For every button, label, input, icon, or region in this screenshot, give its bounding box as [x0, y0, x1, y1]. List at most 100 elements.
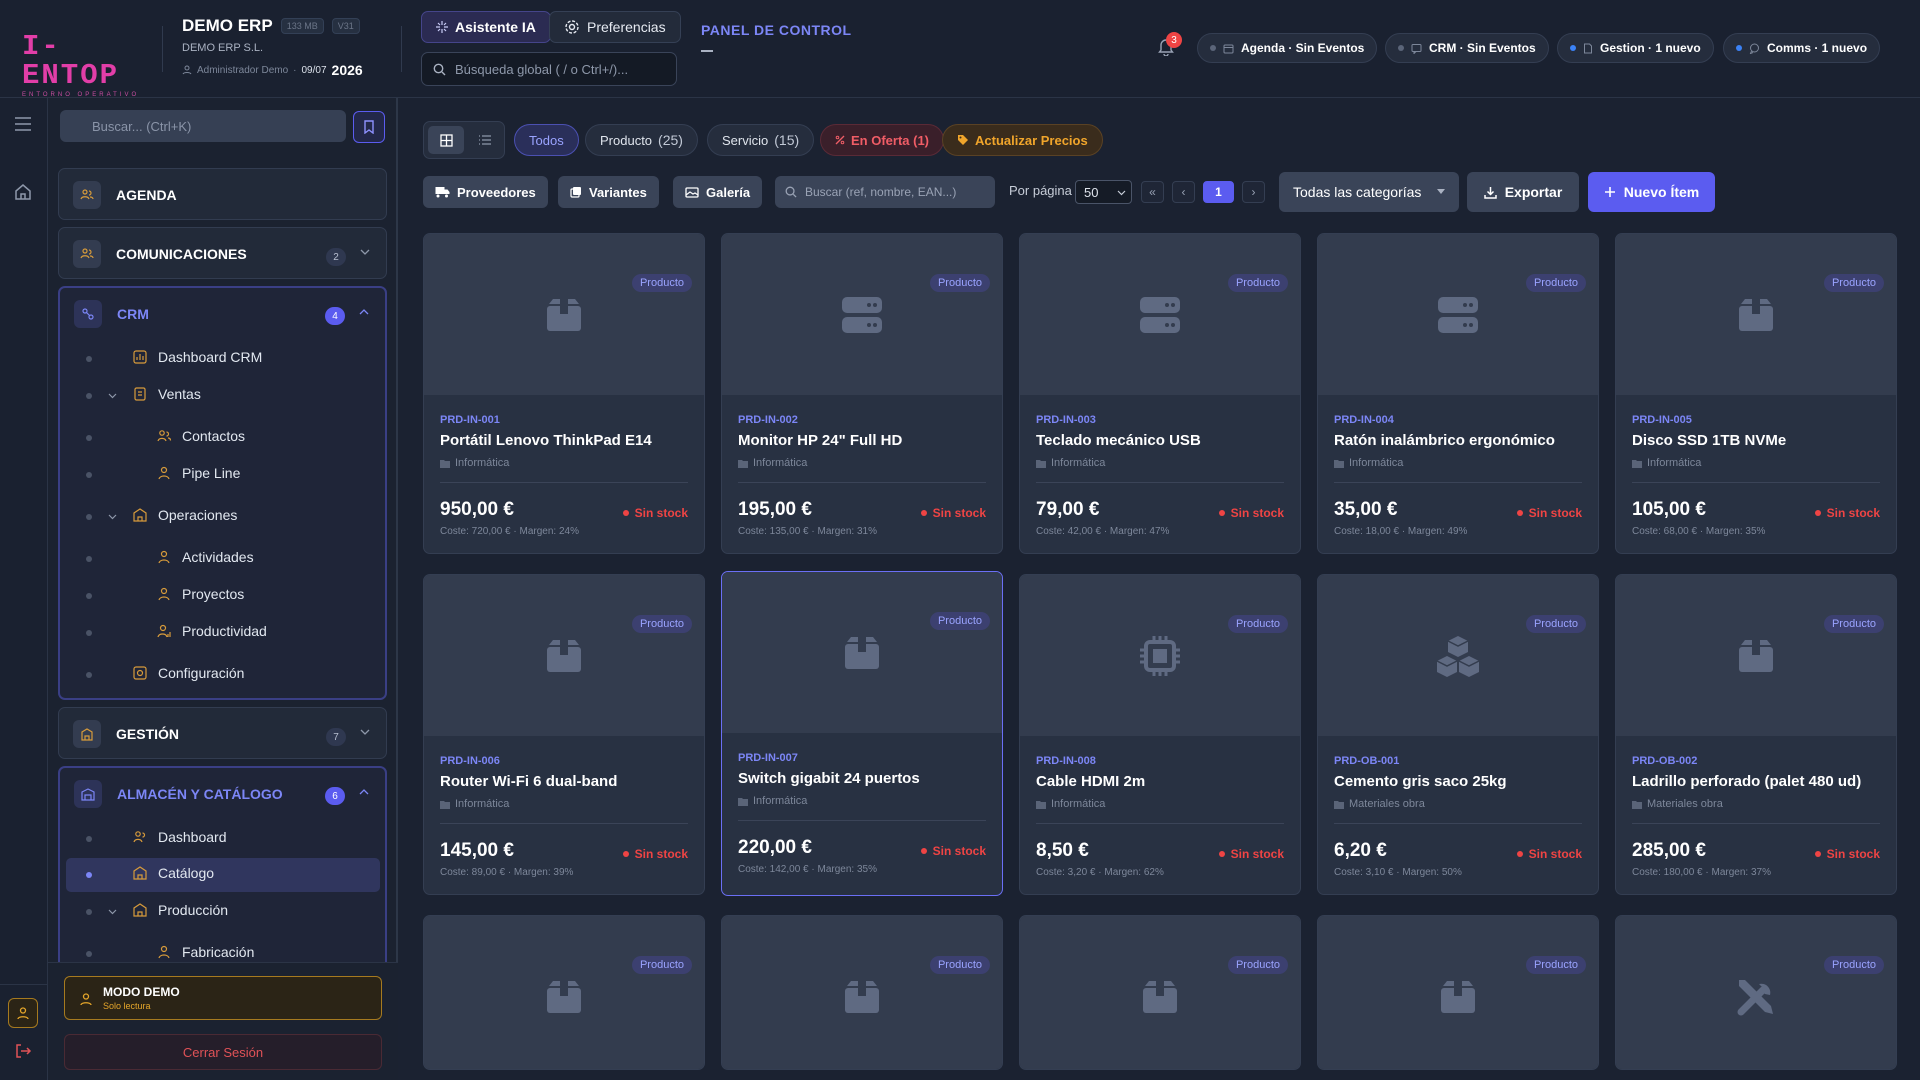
sidebar-item-configuracion[interactable]: Configuración [132, 665, 244, 681]
new-item-button[interactable]: Nuevo Ítem [1588, 172, 1715, 212]
product-category-label: Materiales obra [1349, 798, 1425, 810]
product-card[interactable]: Producto [1317, 915, 1599, 1070]
catalog-search-input[interactable]: Buscar (ref, nombre, EAN...) [775, 176, 995, 208]
sidebar-item-almacen-dashboard[interactable]: Dashboard [132, 829, 227, 845]
sidebar-item-productividad[interactable]: Productividad [156, 623, 267, 639]
next-page-button[interactable]: › [1242, 181, 1265, 203]
product-category: Informática [738, 795, 807, 807]
preferences-button[interactable]: Preferencias [549, 11, 681, 43]
filter-en-oferta[interactable]: En Oferta (1) [820, 124, 945, 156]
filter-todos[interactable]: Todos [514, 124, 579, 156]
logout-button[interactable]: Cerrar Sesión [64, 1034, 382, 1070]
top-bar: I-ENTOP ENTORNO OPERATIVO DEMO ERP 133 MB… [0, 0, 1920, 98]
chip-icon [1138, 634, 1182, 678]
sidebar-item-catalogo[interactable]: Catálogo [132, 865, 214, 881]
preferences-label: Preferencias [587, 19, 666, 35]
filter-servicio[interactable]: Servicio (15) [707, 124, 815, 156]
sidebar-item-dashboard-crm[interactable]: Dashboard CRM [132, 349, 262, 365]
galeria-button[interactable]: Galería [673, 176, 763, 208]
product-card[interactable]: Producto [1615, 915, 1897, 1070]
product-card[interactable]: Producto [423, 915, 705, 1070]
product-card[interactable]: Producto PRD-IN-005 Disco SSD 1TB NVMe Info… [1615, 233, 1897, 554]
product-name: Monitor HP 24" Full HD [738, 432, 903, 449]
sidebar-section-gestion[interactable]: GESTIÓN 7 [58, 707, 387, 759]
product-category: Informática [440, 798, 509, 810]
card-divider [1632, 823, 1880, 824]
product-card[interactable]: Producto PRD-OB-001 Cemento gris saco 25kg… [1317, 574, 1599, 895]
sidebar-item-actividades[interactable]: Actividades [156, 549, 254, 565]
product-ref: PRD-IN-003 [1036, 414, 1096, 426]
global-search-placeholder: Búsqueda global ( / o Ctrl+/)... [455, 61, 629, 77]
stock-status-dot [1814, 851, 1821, 857]
per-page-select[interactable]: 50 [1075, 180, 1132, 204]
sidebar-item-produccion[interactable]: Producción [132, 902, 228, 918]
product-card[interactable]: Producto PRD-IN-003 Teclado mecánico USB In… [1019, 233, 1301, 554]
bookmark-button[interactable] [353, 111, 385, 143]
first-page-button[interactable]: « [1141, 181, 1164, 203]
sidebar-section-agenda[interactable]: AGENDA [58, 168, 387, 220]
global-search-input[interactable]: Búsqueda global ( / o Ctrl+/)... [421, 52, 677, 86]
card-divider [1036, 482, 1284, 483]
product-category: Informática [1036, 457, 1105, 469]
users-icon [73, 181, 101, 209]
current-page-button[interactable]: 1 [1203, 181, 1234, 203]
product-card[interactable]: Producto PRD-IN-001 Portátil Lenovo ThinkP… [423, 233, 705, 554]
product-category: Informática [1036, 798, 1105, 810]
network-icon [74, 300, 102, 328]
agenda-status-chip[interactable]: Agenda · Sin Eventos [1197, 33, 1378, 63]
product-card[interactable]: Producto PRD-IN-007 Switch gigabit 24 puer… [721, 571, 1003, 896]
settings-icon [133, 666, 147, 680]
list-view-button[interactable] [468, 126, 502, 154]
notification-count-badge: 3 [1166, 32, 1182, 48]
sidebar-item-operaciones[interactable]: Operaciones [132, 507, 237, 523]
ai-assistant-button[interactable]: Asistente IA [421, 11, 551, 43]
card-divider [738, 820, 986, 821]
stock-status-label: Sin stock [1826, 506, 1880, 520]
product-card[interactable]: Producto PRD-OB-002 Ladrillo perforado (pa… [1615, 574, 1897, 895]
gestion-status-chip[interactable]: Gestion · 1 nuevo [1557, 33, 1714, 63]
proveedores-button[interactable]: Proveedores [423, 176, 548, 208]
logo[interactable]: I-ENTOP ENTORNO OPERATIVO [22, 32, 142, 98]
logout-icon [16, 1044, 32, 1058]
product-ref: PRD-IN-006 [440, 755, 500, 767]
crm-status-label: CRM · Sin Eventos [1429, 41, 1536, 55]
export-button[interactable]: Exportar [1467, 172, 1579, 212]
product-ref: PRD-IN-002 [738, 414, 798, 426]
user-lock-icon [80, 993, 92, 1006]
caret-down-icon [1437, 189, 1445, 194]
chevron-up-icon [359, 309, 369, 315]
count-badge: 4 [325, 307, 345, 325]
box-icon [1737, 638, 1775, 674]
filter-producto[interactable]: Producto (25) [585, 124, 698, 156]
product-card[interactable]: Producto PRD-IN-006 Router Wi-Fi 6 dual-ba… [423, 574, 705, 895]
grid-view-button[interactable] [428, 126, 464, 154]
home-button[interactable] [13, 182, 33, 202]
product-card[interactable]: Producto PRD-IN-008 Cable HDMI 2m Informáti… [1019, 574, 1301, 895]
sidebar-item-contactos[interactable]: Contactos [156, 428, 245, 444]
prev-page-button[interactable]: ‹ [1172, 181, 1195, 203]
sidebar-item-pipeline[interactable]: Pipe Line [156, 465, 240, 481]
menu-toggle-button[interactable] [12, 116, 34, 132]
message-icon [1411, 43, 1422, 54]
product-card[interactable]: Producto [1019, 915, 1301, 1070]
sidebar-item-fabricacion[interactable]: Fabricación [156, 944, 254, 960]
demo-mode-button[interactable] [8, 998, 38, 1028]
variantes-button[interactable]: Variantes [558, 176, 659, 208]
calendar-icon [1223, 44, 1234, 53]
sidebar-item-proyectos[interactable]: Proyectos [156, 586, 244, 602]
product-name: Router Wi-Fi 6 dual-band [440, 773, 618, 790]
product-card[interactable]: Producto PRD-IN-002 Monitor HP 24" Full HD… [721, 233, 1003, 554]
update-prices-button[interactable]: Actualizar Precios [942, 124, 1103, 156]
product-name: Switch gigabit 24 puertos [738, 770, 920, 787]
category-select[interactable]: Todas las categorías [1279, 172, 1459, 212]
sidebar-search-input[interactable]: Buscar... (Ctrl+K) [60, 110, 346, 142]
product-card[interactable]: Producto [721, 915, 1003, 1070]
box-icon [1737, 297, 1775, 333]
sidebar-section-comunicaciones[interactable]: COMUNICACIONES 2 [58, 227, 387, 279]
sidebar-item-ventas[interactable]: Ventas [132, 386, 201, 402]
comms-status-chip[interactable]: Comms · 1 nuevo [1723, 33, 1881, 63]
product-card[interactable]: Producto PRD-IN-004 Ratón inalámbrico ergo… [1317, 233, 1599, 554]
crm-status-chip[interactable]: CRM · Sin Eventos [1385, 33, 1549, 63]
logout-icon-button[interactable] [14, 1042, 32, 1060]
product-image-placeholder [1616, 234, 1896, 395]
